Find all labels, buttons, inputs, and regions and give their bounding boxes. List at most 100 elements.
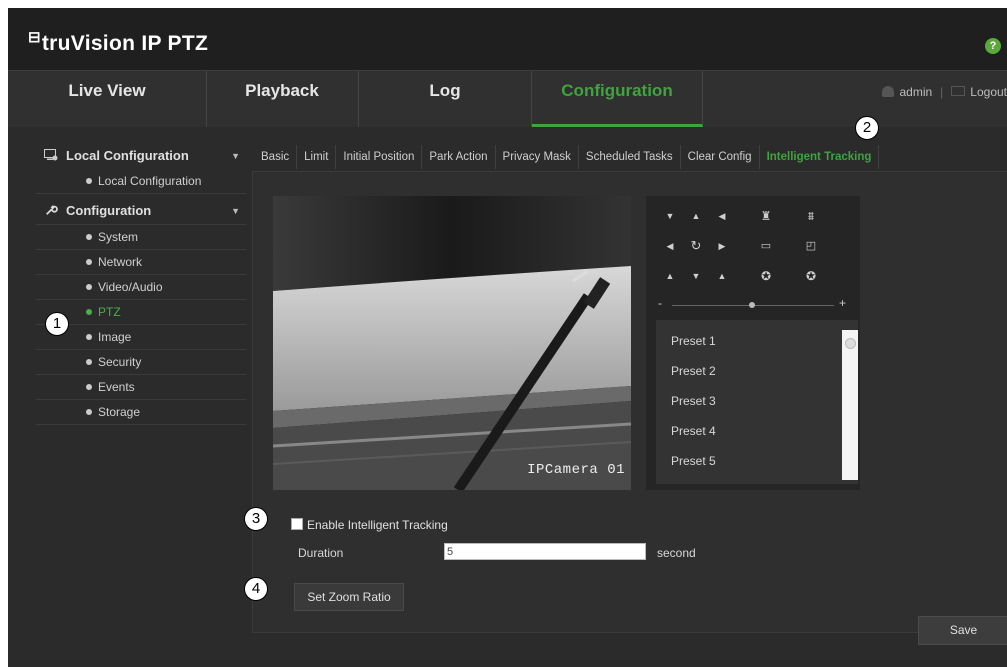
- bullet-icon: [86, 178, 92, 184]
- chevron-down-icon: ▼: [231, 206, 240, 216]
- preset-item[interactable]: Preset 5: [656, 446, 858, 476]
- focus-frame-icon[interactable]: ◰: [799, 234, 823, 258]
- tab-log[interactable]: Log: [359, 71, 532, 127]
- ptz-button-grid: ▼ ▲ ◀ ♜ ⩩ ◀ ↻ ▶ ▭ ◰ ▲ ▼ ▲ ✪ ✪: [654, 204, 852, 292]
- sidebar-group-local-configuration[interactable]: Local Configuration ▼: [36, 143, 246, 169]
- ptz-control-panel: ▼ ▲ ◀ ♜ ⩩ ◀ ↻ ▶ ▭ ◰ ▲ ▼ ▲ ✪ ✪ - + Preset…: [646, 196, 860, 490]
- iris-open-icon[interactable]: ✪: [754, 264, 778, 288]
- sidebar-item-label: Events: [98, 380, 135, 394]
- pan-right-icon[interactable]: ▶: [710, 234, 734, 258]
- sidebar-item-label: Image: [98, 330, 132, 344]
- sidebar-item-local-configuration[interactable]: Local Configuration: [36, 169, 246, 194]
- preset-item[interactable]: Preset 3: [656, 386, 858, 416]
- app-title: truVision IP PTZ: [41, 32, 209, 55]
- preset-item[interactable]: Preset 1: [656, 326, 858, 356]
- sidebar-group-configuration[interactable]: Configuration ▼: [36, 198, 246, 224]
- monitor-settings-icon: [44, 149, 58, 161]
- video-preview: IPCamera 01: [273, 196, 631, 490]
- callout-4: 4: [244, 577, 268, 601]
- config-sidebar: Local Configuration ▼ Local Configuratio…: [36, 143, 246, 425]
- save-button[interactable]: Save: [918, 616, 1007, 645]
- app-logo: ⊟truVision IP PTZ: [28, 28, 208, 56]
- bullet-icon: [86, 384, 92, 390]
- ptz-subtabs: Basic Limit Initial Position Park Action…: [254, 145, 880, 171]
- bullet-icon: [86, 309, 92, 315]
- sidebar-item-storage[interactable]: Storage: [36, 400, 246, 425]
- bullet-icon: [86, 259, 92, 265]
- auto-pan-icon[interactable]: ↻: [684, 234, 708, 258]
- zoom-out-icon[interactable]: -: [658, 296, 662, 310]
- tab-configuration[interactable]: Configuration: [532, 71, 703, 127]
- duration-input[interactable]: 5: [444, 543, 646, 560]
- tab-playback[interactable]: Playback: [206, 71, 359, 127]
- bullet-icon: [86, 334, 92, 340]
- user-icon: [882, 86, 895, 97]
- subtab-basic[interactable]: Basic: [254, 145, 298, 169]
- subtab-clear-config[interactable]: Clear Config: [681, 145, 760, 169]
- sidebar-group-label: Local Configuration: [66, 148, 189, 163]
- iris-close-icon[interactable]: ✪: [799, 264, 823, 288]
- camera-image: [273, 196, 631, 490]
- duration-unit: second: [657, 546, 696, 560]
- help-icon[interactable]: ?: [985, 38, 1001, 54]
- sidebar-item-label: PTZ: [98, 305, 121, 319]
- sidebar-item-label: System: [98, 230, 139, 244]
- logout-icon: [951, 86, 966, 96]
- divider: |: [940, 85, 944, 99]
- enable-tracking-checkbox[interactable]: [291, 518, 303, 530]
- subtab-scheduled-tasks[interactable]: Scheduled Tasks: [579, 145, 681, 169]
- subtab-initial-position[interactable]: Initial Position: [336, 145, 423, 169]
- subtab-intelligent-tracking[interactable]: Intelligent Tracking: [760, 145, 880, 169]
- callout-3: 3: [244, 507, 268, 531]
- main-nav: Live View Playback Log Configuration adm…: [8, 70, 1007, 127]
- sidebar-item-video-audio[interactable]: Video/Audio: [36, 275, 246, 300]
- scroll-thumb[interactable]: [845, 338, 856, 349]
- duration-label: Duration: [298, 546, 344, 560]
- pan-up-left-icon[interactable]: ▼: [658, 204, 682, 228]
- enable-tracking-row: Enable Intelligent Tracking: [291, 518, 448, 532]
- subtab-park-action[interactable]: Park Action: [422, 145, 496, 169]
- subtab-privacy-mask[interactable]: Privacy Mask: [496, 145, 579, 169]
- sidebar-item-label: Security: [98, 355, 142, 369]
- wrench-icon: [46, 205, 58, 215]
- app-window: ⊟truVision IP PTZ ? Live View Playback L…: [8, 8, 1007, 667]
- callout-2: 2: [855, 116, 879, 140]
- wiper-icon[interactable]: ⩩: [799, 204, 823, 228]
- user-box: admin | Logout: [882, 85, 1007, 99]
- zoom-handle[interactable]: [749, 302, 755, 308]
- header-bar: ⊟truVision IP PTZ ?: [8, 8, 1007, 70]
- bullet-icon: [86, 234, 92, 240]
- preset-item[interactable]: Preset 4: [656, 416, 858, 446]
- zoom-slider[interactable]: - +: [654, 296, 852, 316]
- pan-down-icon[interactable]: ▼: [684, 264, 708, 288]
- set-zoom-ratio-button[interactable]: Set Zoom Ratio: [294, 583, 404, 611]
- pan-up-icon[interactable]: ▲: [684, 204, 708, 228]
- username: admin: [899, 85, 933, 99]
- preset-item[interactable]: Preset 2: [656, 356, 858, 386]
- bullet-icon: [86, 409, 92, 415]
- sidebar-item-security[interactable]: Security: [36, 350, 246, 375]
- zoom-in-icon[interactable]: +: [839, 296, 846, 310]
- sidebar-item-label: Video/Audio: [98, 280, 163, 294]
- sidebar-item-label: Local Configuration: [98, 174, 202, 188]
- sidebar-group-label: Configuration: [66, 203, 152, 218]
- preset-scrollbar[interactable]: [842, 330, 858, 480]
- chevron-down-icon: ▼: [231, 151, 240, 161]
- pan-down-right-icon[interactable]: ▲: [710, 264, 734, 288]
- bullet-icon: [86, 359, 92, 365]
- bullet-icon: [86, 284, 92, 290]
- light-icon[interactable]: ♜: [754, 204, 778, 228]
- zoom-frame-icon[interactable]: ▭: [754, 234, 778, 258]
- logout-link[interactable]: Logout: [970, 85, 1007, 99]
- sidebar-item-system[interactable]: System: [36, 224, 246, 250]
- pan-left-icon[interactable]: ◀: [658, 234, 682, 258]
- sidebar-item-label: Network: [98, 255, 143, 269]
- sidebar-item-network[interactable]: Network: [36, 250, 246, 275]
- subtab-limit[interactable]: Limit: [297, 145, 337, 169]
- pan-down-left-icon[interactable]: ▲: [658, 264, 682, 288]
- sidebar-item-events[interactable]: Events: [36, 375, 246, 400]
- pan-up-right-icon[interactable]: ◀: [710, 204, 734, 228]
- enable-tracking-label: Enable Intelligent Tracking: [307, 518, 448, 532]
- logo-mark-icon: ⊟: [28, 29, 41, 46]
- tab-live-view[interactable]: Live View: [8, 71, 207, 127]
